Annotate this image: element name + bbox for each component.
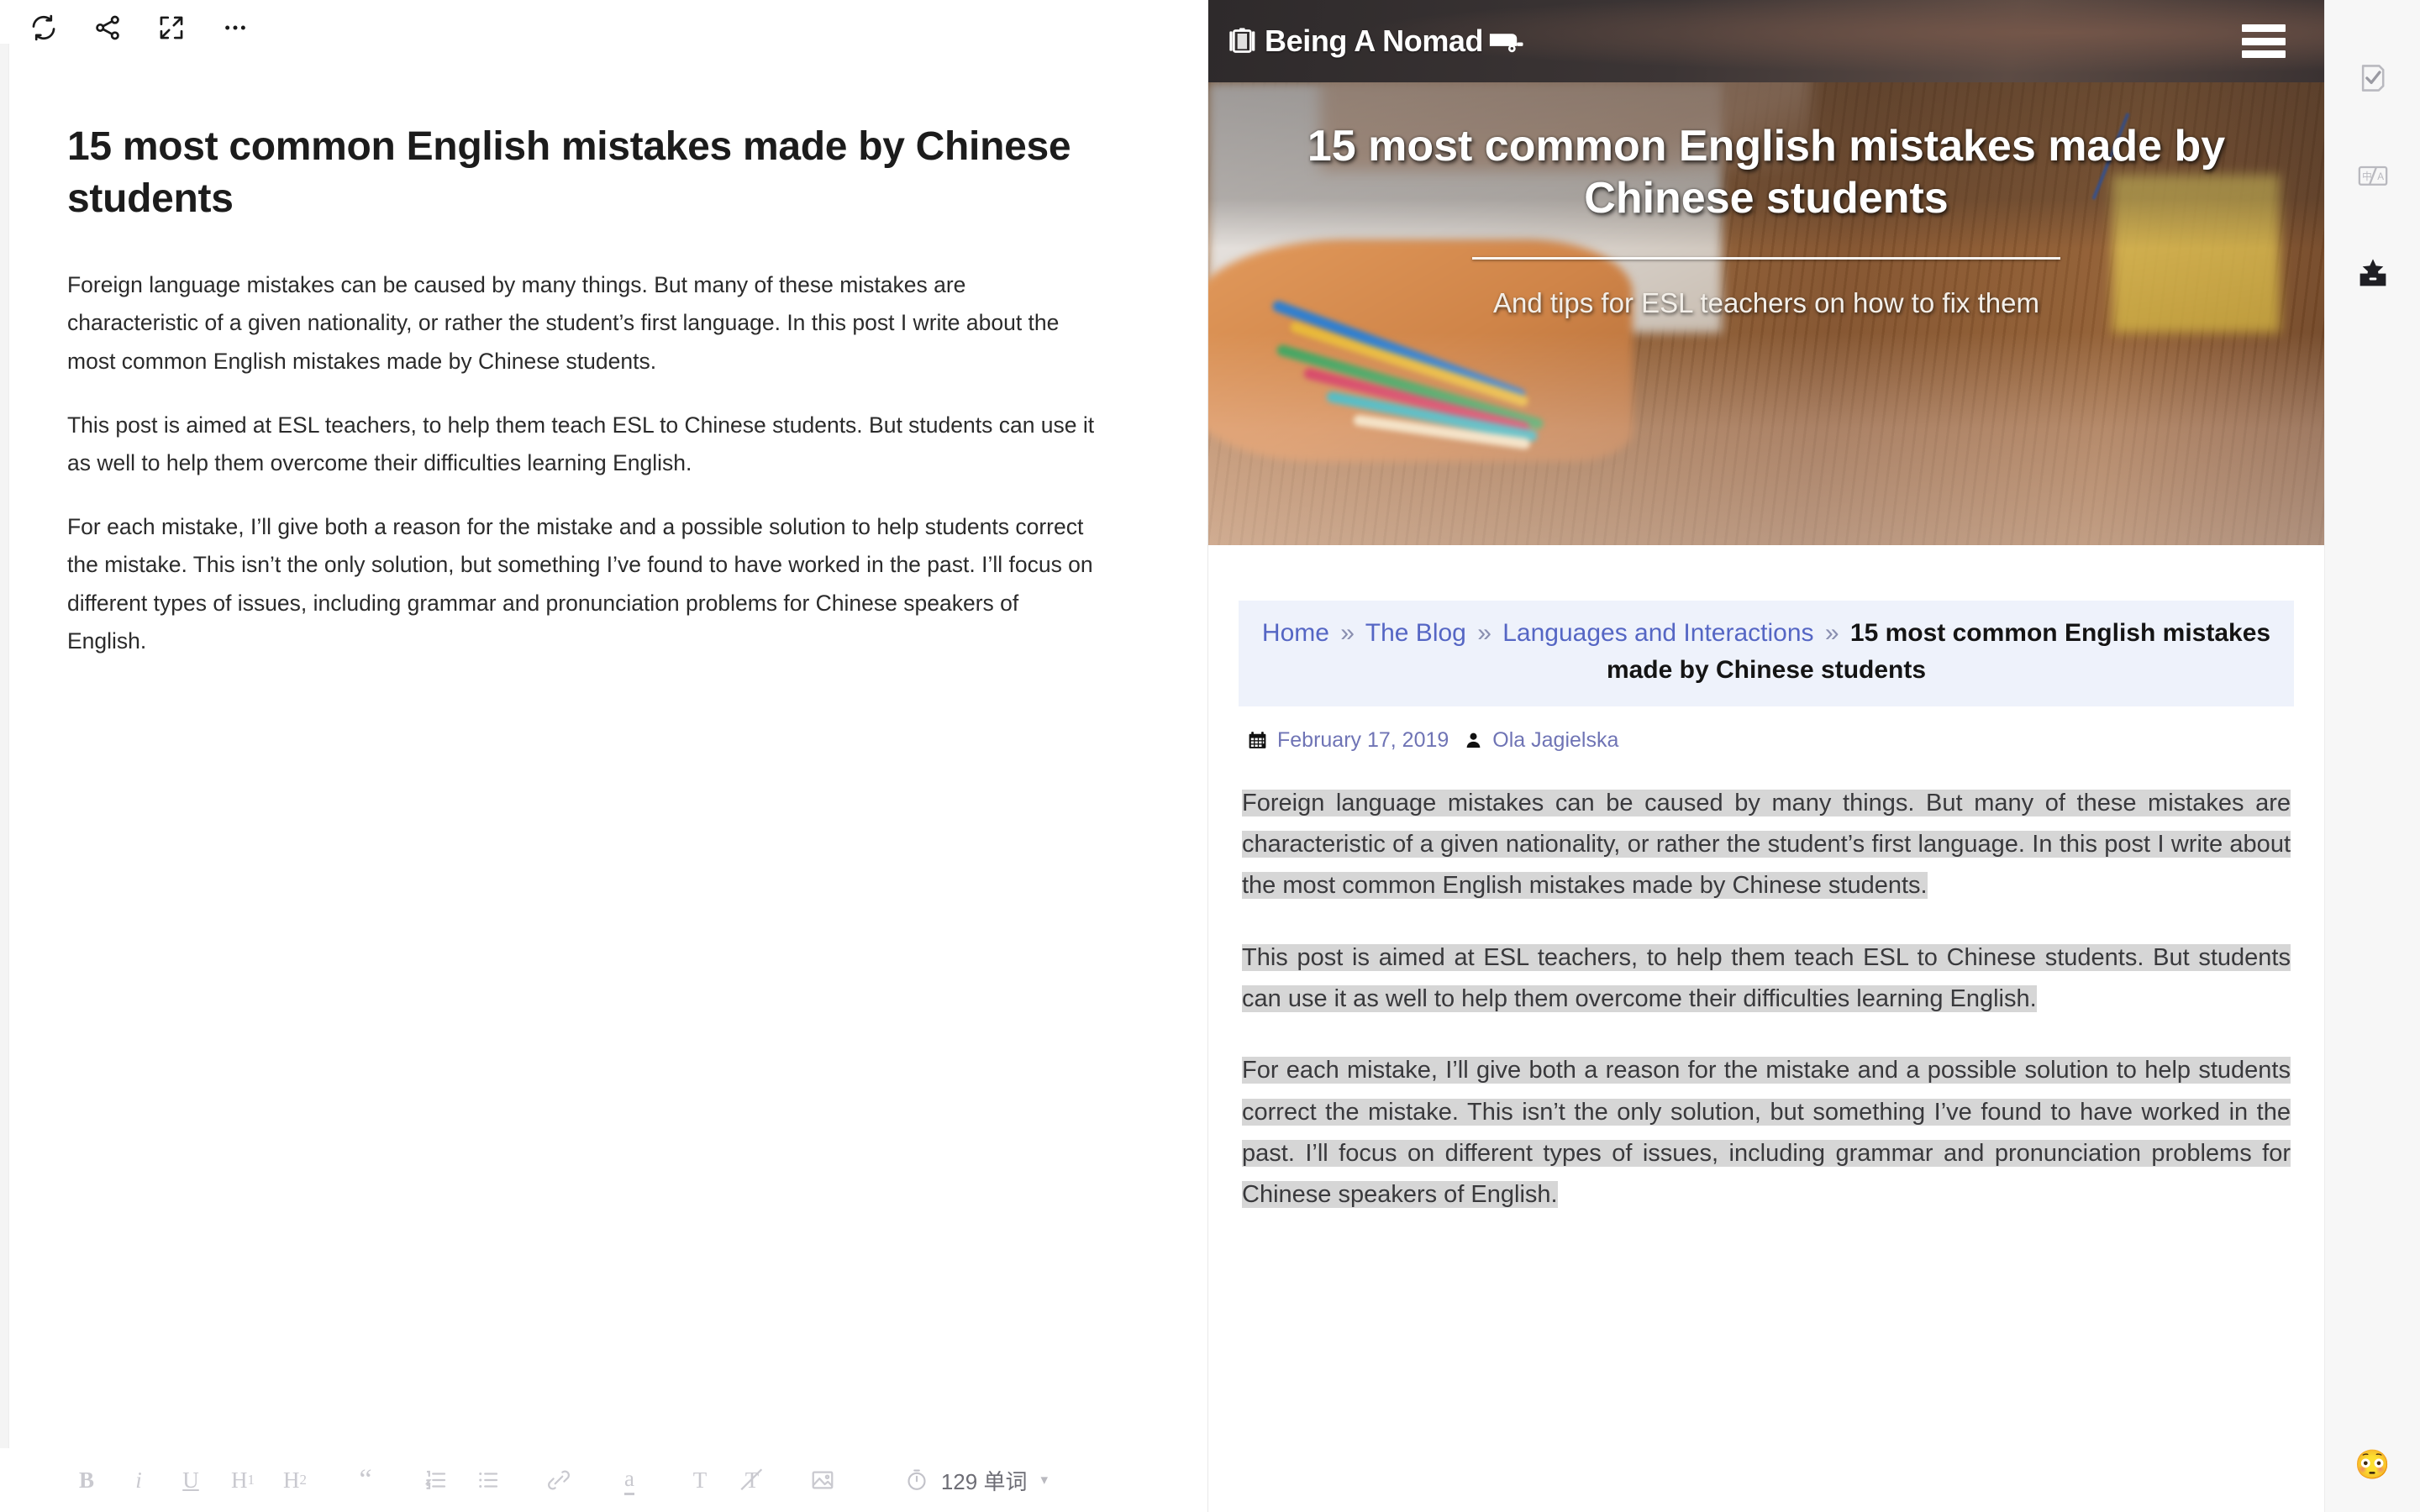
web-page: Being A Nomad 15 most common English mis… (1208, 0, 2324, 1215)
share-icon[interactable] (76, 0, 139, 55)
breadcrumb: Home » The Blog » Languages and Interact… (1239, 601, 2294, 706)
document-paragraph[interactable]: For each mistake, I’ll give both a reaso… (67, 508, 1098, 661)
document-paragraph[interactable]: Foreign language mistakes can be caused … (67, 266, 1098, 381)
document-title[interactable]: 15 most common English mistakes made by … (67, 121, 1084, 226)
hero-title: 15 most common English mistakes made by … (1307, 122, 2226, 223)
selected-text: Foreign language mistakes can be caused … (1242, 789, 2291, 900)
word-count-control[interactable]: 129 单词 ▾ (904, 1448, 1048, 1512)
editor-format-toolbar: B i U H1 H2 “ a T 129 单词 ▾ (0, 1448, 1207, 1512)
selected-text: For each mistake, I’ll give both a reaso… (1242, 1057, 2291, 1209)
right-tool-rail: 中 A 😳 (2324, 0, 2420, 1512)
post-meta: February 17, 2019 Ola Jagielska (1239, 728, 2294, 753)
breadcrumb-separator: » (1340, 619, 1355, 647)
toolbox-icon[interactable] (2347, 247, 2399, 299)
breadcrumb-separator: » (1477, 619, 1491, 647)
svg-text:中: 中 (2362, 171, 2372, 182)
bold-button[interactable]: B (60, 1454, 113, 1506)
app-root: 15 most common English mistakes made by … (0, 0, 2420, 1512)
timer-icon (904, 1467, 929, 1493)
breadcrumb-separator: » (1824, 619, 1839, 647)
hero-content: 15 most common English mistakes made by … (1208, 121, 2324, 319)
emoji-face-icon[interactable]: 😳 (2354, 1446, 2391, 1483)
highlight-button[interactable]: a (603, 1454, 655, 1506)
user-icon (1464, 731, 1483, 750)
bullet-list-button[interactable] (462, 1454, 514, 1506)
web-paragraph[interactable]: This post is aimed at ESL teachers, to h… (1239, 937, 2294, 1021)
insert-image-button[interactable] (797, 1454, 849, 1506)
editor-pane: 15 most common English mistakes made by … (0, 0, 1208, 1512)
hamburger-menu-icon[interactable] (2242, 24, 2286, 58)
clear-format-button[interactable]: T (726, 1454, 778, 1506)
hero-divider (1472, 256, 2060, 260)
calendar-icon (1247, 730, 1268, 751)
hero-subtitle: And tips for ESL teachers on how to fix … (1493, 286, 2039, 318)
suitcase-icon (1227, 24, 1260, 58)
web-paragraph[interactable]: Foreign language mistakes can be caused … (1239, 783, 2294, 907)
post-author[interactable]: Ola Jagielska (1492, 728, 1618, 753)
web-preview-pane[interactable]: Being A Nomad 15 most common English mis… (1208, 0, 2324, 1512)
selected-text: This post is aimed at ESL teachers, to h… (1242, 943, 2291, 1012)
chevron-down-icon[interactable]: ▾ (1040, 1472, 1048, 1488)
editor-document-area[interactable]: 15 most common English mistakes made by … (0, 55, 1207, 1448)
site-logo[interactable]: Being A Nomad (1227, 24, 1524, 59)
refresh-sync-icon[interactable] (12, 0, 76, 55)
post-date[interactable]: February 17, 2019 (1277, 728, 1449, 753)
web-body: Home » The Blog » Languages and Interact… (1208, 601, 2324, 1215)
caravan-icon (1487, 27, 1524, 55)
more-options-icon[interactable] (203, 0, 267, 55)
breadcrumb-item-the-blog[interactable]: The Blog (1365, 619, 1466, 647)
link-button[interactable] (533, 1454, 585, 1506)
breadcrumb-item-home[interactable]: Home (1262, 619, 1329, 647)
check-document-icon[interactable] (2347, 52, 2399, 104)
heading-1-button[interactable]: H1 (217, 1454, 269, 1506)
translate-icon[interactable]: 中 A (2347, 150, 2399, 202)
word-count-label: 129 单词 (940, 1468, 1028, 1494)
hero-banner: 15 most common English mistakes made by … (1208, 82, 2324, 545)
blockquote-button[interactable]: “ (339, 1454, 392, 1506)
document-paragraph[interactable]: This post is aimed at ESL teachers, to h… (67, 407, 1098, 483)
svg-text:A: A (2377, 171, 2384, 182)
underline-button[interactable]: U (165, 1454, 217, 1506)
site-header: Being A Nomad (1208, 0, 2324, 82)
text-color-button[interactable]: T (674, 1454, 726, 1506)
ordered-list-button[interactable] (410, 1454, 462, 1506)
italic-button[interactable]: i (113, 1454, 165, 1506)
web-paragraph[interactable]: For each mistake, I’ll give both a reaso… (1239, 1050, 2294, 1215)
heading-2-button[interactable]: H2 (269, 1454, 321, 1506)
fullscreen-icon[interactable] (139, 0, 203, 55)
breadcrumb-item-languages-and-interactions[interactable]: Languages and Interactions (1502, 619, 1813, 647)
editor-top-toolbar (0, 0, 1207, 55)
site-logo-text: Being A Nomad (1265, 24, 1484, 58)
emoji-glyph: 😳 (2354, 1449, 2391, 1481)
